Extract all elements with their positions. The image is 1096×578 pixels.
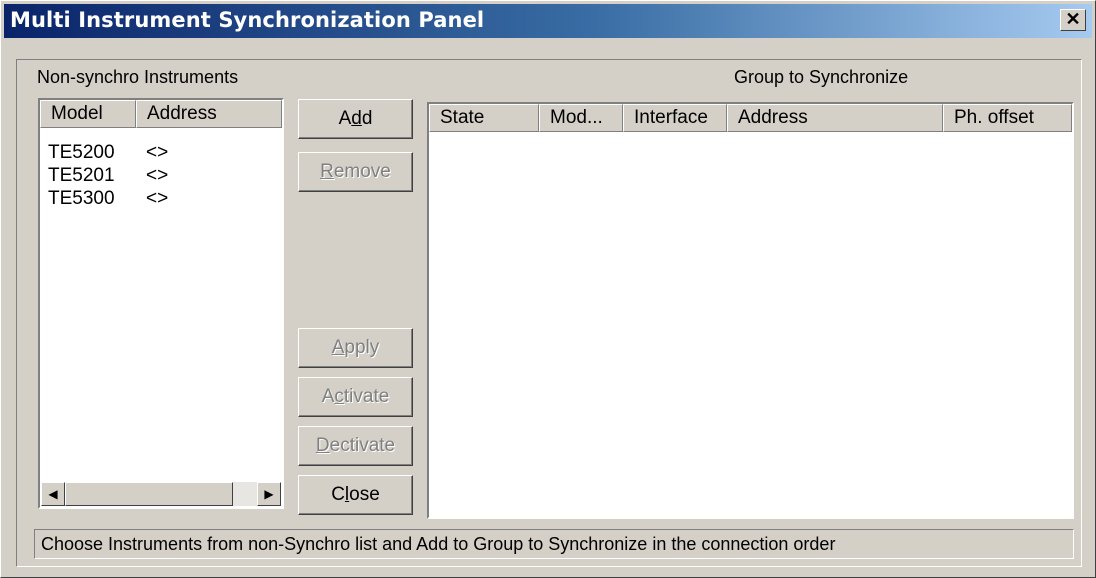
column-header-phase-offset[interactable]: Ph. offset — [943, 104, 1072, 132]
activate-button[interactable]: Activate — [298, 377, 413, 417]
window-title: Multi Instrument Synchronization Panel — [10, 8, 485, 32]
title-bar[interactable]: Multi Instrument Synchronization Panel ✕ — [4, 4, 1092, 38]
right-arrow-icon: ▶ — [264, 487, 274, 501]
column-header-interface[interactable]: Interface — [623, 104, 727, 132]
apply-button[interactable]: Apply — [298, 328, 413, 368]
list-item[interactable]: TE5200 <> — [48, 142, 168, 164]
column-header-model[interactable]: Mod... — [539, 104, 623, 132]
column-header-address[interactable]: Address — [727, 104, 943, 132]
list-item[interactable]: TE5300 <> — [48, 188, 168, 210]
horizontal-scrollbar[interactable]: ◀ ▶ — [41, 482, 281, 506]
group-list[interactable]: State Mod... Interface Address Ph. offse… — [427, 102, 1074, 519]
list-item-address: <> — [146, 142, 169, 163]
group-label: Group to Synchronize — [734, 67, 909, 87]
list-item-address: <> — [146, 165, 169, 186]
status-bar: Choose Instruments from non-Synchro list… — [34, 529, 1074, 559]
add-button[interactable]: Add — [298, 99, 413, 139]
close-window-button[interactable]: ✕ — [1060, 9, 1086, 31]
list-item-model: TE5200 — [48, 142, 115, 163]
close-icon: ✕ — [1065, 9, 1081, 29]
sync-panel-window: Multi Instrument Synchronization Panel ✕… — [0, 0, 1096, 578]
scrollbar-thumb[interactable] — [65, 482, 233, 506]
column-header-model[interactable]: Model — [40, 100, 136, 128]
status-text: Choose Instruments from non-Synchro list… — [41, 534, 836, 554]
list-item[interactable]: TE5201 <> — [48, 165, 168, 187]
scroll-right-button[interactable]: ▶ — [257, 482, 281, 506]
remove-button[interactable]: Remove — [298, 152, 413, 192]
left-arrow-icon: ◀ — [48, 487, 58, 501]
column-header-state[interactable]: State — [429, 104, 539, 132]
column-header-address[interactable]: Address — [136, 100, 282, 128]
close-button[interactable]: Close — [298, 475, 413, 515]
non-synchro-label: Non-synchro Instruments — [37, 67, 239, 87]
list-item-address: <> — [146, 188, 169, 209]
scroll-left-button[interactable]: ◀ — [41, 482, 65, 506]
deactivate-button[interactable]: Dectivate — [298, 426, 413, 466]
list-item-model: TE5300 — [48, 188, 115, 209]
non-synchro-list[interactable]: Model Address TE5200 <> TE5201 <> TE5300… — [38, 98, 284, 509]
list-item-model: TE5201 — [48, 165, 115, 186]
